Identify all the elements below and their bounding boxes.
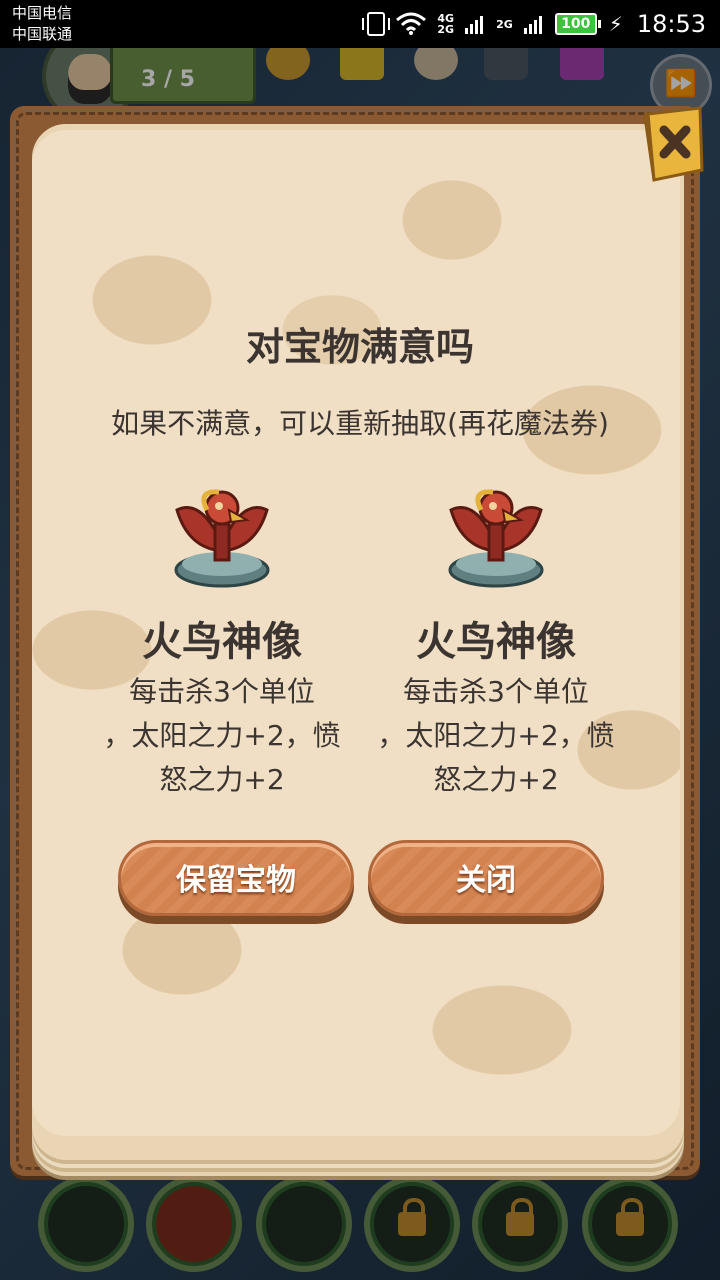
dialog-subtitle: 如果不满意，可以重新抽取(再花魔法券) (111, 407, 609, 440)
treasure-option-2: 火鸟神像 每击杀3个单位 ，太阳之力+2，愤 怒之力+2 (356, 480, 636, 802)
signal-1-icon (465, 16, 484, 34)
status-bar: 中国电信 中国联通 4G 2G 2G 100 ⚡ 18:53 (0, 0, 720, 48)
charging-icon: ⚡ (608, 12, 623, 36)
firebird-statue-icon (448, 489, 544, 588)
close-button[interactable]: 关闭 (368, 840, 604, 916)
wifi-icon (396, 12, 427, 35)
vibrate-icon (362, 12, 391, 36)
clock: 18:53 (636, 10, 706, 38)
network-type-2: 2G (496, 17, 513, 31)
dialog-title: 对宝物满意吗 (245, 325, 474, 369)
battery-icon: 100 (554, 13, 601, 35)
treasure-name: 火鸟神像 (416, 619, 576, 665)
treasure-description: 每击杀3个单位 ，太阳之力+2，愤 怒之力+2 (377, 675, 615, 796)
firebird-statue-icon (174, 489, 270, 588)
treasure-name: 火鸟神像 (142, 619, 302, 665)
network-type-1: 4G 2G (437, 12, 455, 36)
treasure-option-1: 火鸟神像 每击杀3个单位 ，太阳之力+2，愤 怒之力+2 (82, 480, 362, 802)
signal-2-icon (523, 16, 542, 34)
close-x-icon[interactable] (640, 104, 708, 184)
keep-treasure-button[interactable]: 保留宝物 (118, 840, 354, 916)
carrier-labels: 中国电信 中国联通 (12, 3, 72, 45)
carrier-2: 中国联通 (12, 25, 73, 43)
carrier-1: 中国电信 (12, 4, 73, 22)
treasure-description: 每击杀3个单位 ，太阳之力+2，愤 怒之力+2 (103, 675, 341, 796)
